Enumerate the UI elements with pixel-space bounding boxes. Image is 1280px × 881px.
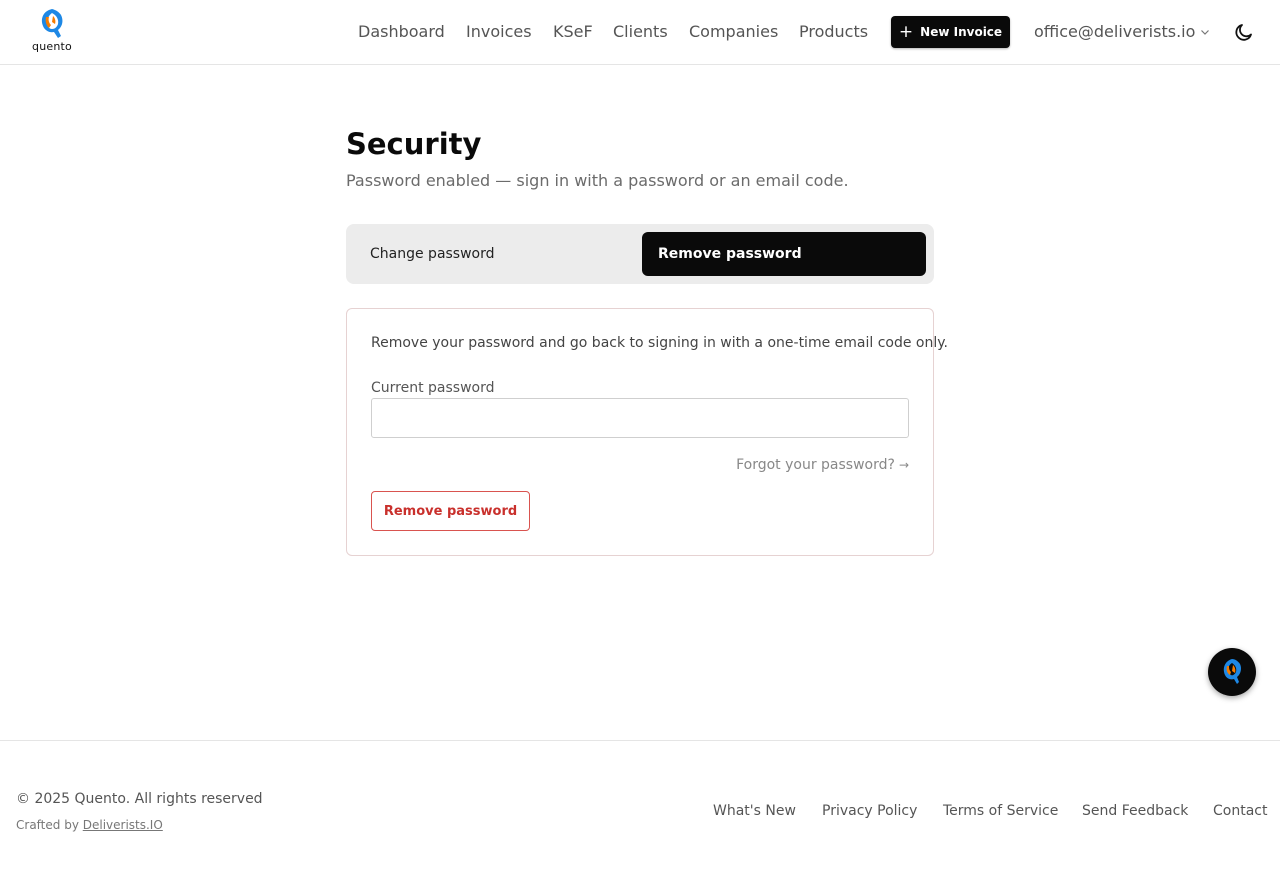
forgot-password-link[interactable]: Forgot your password? → <box>736 457 909 473</box>
current-password-input[interactable] <box>371 398 909 438</box>
password-tabs: Change password Remove password <box>346 224 934 284</box>
crafted-by: Crafted by Deliverists.IO <box>16 818 163 832</box>
footer-link-contact[interactable]: Contact <box>1213 803 1267 819</box>
nav-dashboard[interactable]: Dashboard <box>358 22 445 41</box>
remove-password-button[interactable]: Remove password <box>371 491 530 531</box>
assistant-icon <box>1223 659 1241 684</box>
nav-products[interactable]: Products <box>799 22 868 41</box>
chevron-down-icon <box>1201 29 1210 35</box>
new-invoice-label: New Invoice <box>920 25 1003 39</box>
assistant-button[interactable] <box>1208 648 1256 696</box>
logo[interactable]: quento <box>32 7 72 55</box>
new-invoice-button[interactable]: + New Invoice <box>891 16 1010 48</box>
quento-logo-icon <box>41 9 63 38</box>
page-footer: © 2025 Quento. All rights reserved Craft… <box>0 740 1280 881</box>
account-menu[interactable]: office@deliverists.io <box>1034 22 1210 41</box>
logo-text: quento <box>32 40 72 53</box>
account-email: office@deliverists.io <box>1034 22 1196 41</box>
nav-invoices[interactable]: Invoices <box>466 22 532 41</box>
nav-companies[interactable]: Companies <box>689 22 778 41</box>
footer-link-whats-new[interactable]: What's New <box>713 803 796 819</box>
copyright-text: © 2025 Quento. All rights reserved <box>16 791 263 807</box>
crafted-prefix: Crafted by <box>16 818 83 832</box>
page-title: Security <box>346 127 482 161</box>
arrow-right-icon: → <box>898 458 909 472</box>
nav-ksef[interactable]: KSeF <box>553 22 593 41</box>
top-header: quento Dashboard Invoices KSeF Clients C… <box>0 0 1280 65</box>
current-password-label: Current password <box>371 380 495 396</box>
card-description: Remove your password and go back to sign… <box>371 335 948 351</box>
moon-icon <box>1235 24 1252 41</box>
footer-link-feedback[interactable]: Send Feedback <box>1082 803 1188 819</box>
tab-change-password[interactable]: Change password <box>354 232 638 276</box>
tab-remove-password[interactable]: Remove password <box>642 232 926 276</box>
remove-password-card: Remove your password and go back to sign… <box>346 308 948 556</box>
nav-clients[interactable]: Clients <box>613 22 668 41</box>
theme-toggle-button[interactable] <box>1232 20 1256 44</box>
footer-link-terms[interactable]: Terms of Service <box>943 803 1058 819</box>
forgot-password-label: Forgot your password? <box>736 457 895 473</box>
footer-link-privacy[interactable]: Privacy Policy <box>822 803 917 819</box>
crafted-link[interactable]: Deliverists.IO <box>83 818 163 832</box>
plus-icon: + <box>898 21 914 42</box>
page-subtitle: Password enabled — sign in with a passwo… <box>346 171 849 190</box>
